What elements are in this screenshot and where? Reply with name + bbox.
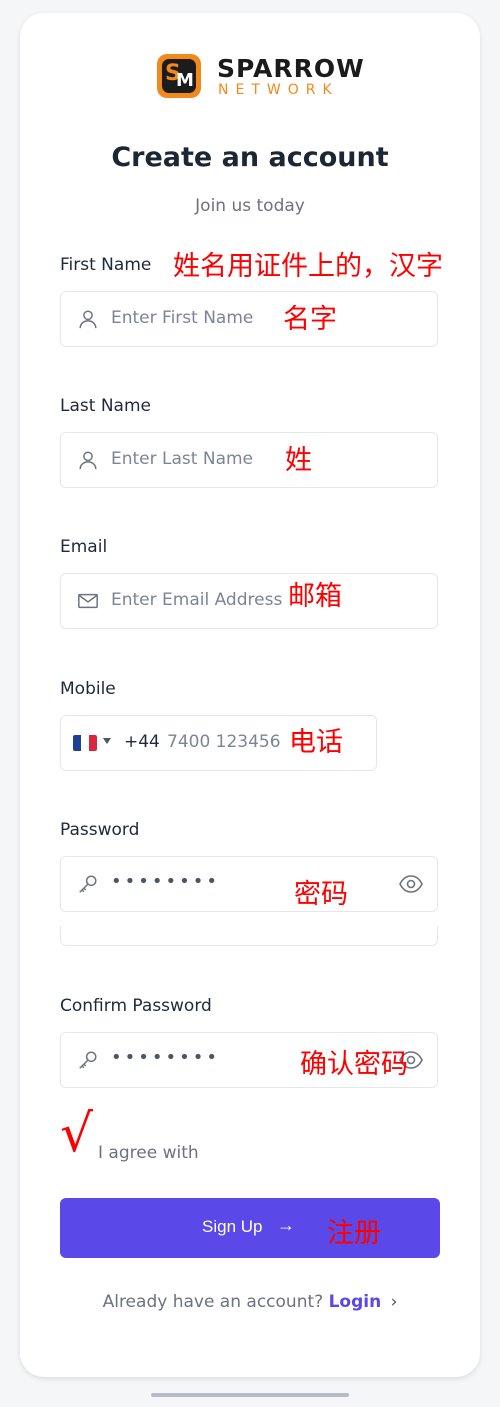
login-prompt: Already have an account? Login › (0, 1292, 500, 1312)
mobile-placeholder: 7400 123456 (167, 732, 281, 752)
email-field[interactable]: Enter Email Address (60, 573, 438, 629)
home-indicator[interactable] (151, 1393, 349, 1397)
page-subtitle: Join us today (195, 196, 305, 216)
brand-name: SPARROW (217, 54, 365, 83)
chevron-right-icon[interactable]: › (391, 1292, 398, 1312)
confirm-password-value: •••••••• (111, 1047, 220, 1068)
agree-label: I agree with (98, 1143, 199, 1163)
login-prompt-text: Already have an account? (102, 1292, 324, 1312)
password-strength-bar (60, 926, 438, 946)
brand-logo: SM SPARROW NETWORK (157, 54, 364, 102)
key-icon (79, 875, 97, 893)
key-icon (79, 1051, 97, 1069)
last-name-placeholder: Enter Last Name (111, 449, 254, 469)
brand-tagline: NETWORK (218, 82, 339, 98)
sign-up-button[interactable]: Sign Up → (60, 1198, 440, 1258)
password-annotation: 密码 (294, 879, 348, 910)
mail-icon (78, 593, 98, 609)
page-title: Create an account (111, 142, 389, 173)
mobile-label: Mobile (60, 679, 116, 699)
email-placeholder: Enter Email Address (111, 590, 283, 610)
password-label: Password (60, 820, 140, 840)
sign-up-annotation: 注册 (327, 1218, 381, 1249)
confirm-password-label: Confirm Password (60, 996, 212, 1016)
login-link[interactable]: Login (329, 1292, 382, 1312)
user-icon (79, 310, 97, 329)
email-label: Email (60, 537, 108, 557)
last-name-annotation: 姓 (285, 445, 312, 476)
agree-checkbox[interactable]: √ (60, 1108, 93, 1160)
arrow-right-icon: → (277, 1215, 295, 1235)
confirm-password-annotation: 确认密码 (300, 1049, 408, 1080)
name-annotation: 姓名用证件上的，汉字 (173, 251, 443, 282)
logo-icon: SM (157, 54, 201, 98)
first-name-annotation: 名字 (283, 304, 337, 335)
email-annotation: 邮箱 (288, 581, 342, 612)
last-name-label: Last Name (60, 396, 151, 416)
chevron-down-icon[interactable] (103, 738, 111, 744)
first-name-label: First Name (60, 255, 152, 275)
eye-icon[interactable] (399, 874, 423, 894)
mobile-annotation: 电话 (289, 727, 343, 758)
first-name-placeholder: Enter First Name (111, 308, 254, 328)
sign-up-label: Sign Up (202, 1217, 263, 1236)
flag-icon[interactable] (73, 735, 97, 751)
dial-code[interactable]: +44 (124, 732, 160, 752)
last-name-field[interactable]: Enter Last Name (60, 432, 438, 488)
first-name-field[interactable]: Enter First Name (60, 291, 438, 347)
user-icon (79, 451, 97, 470)
password-field[interactable]: •••••••• (60, 856, 438, 912)
password-value: •••••••• (111, 871, 220, 892)
